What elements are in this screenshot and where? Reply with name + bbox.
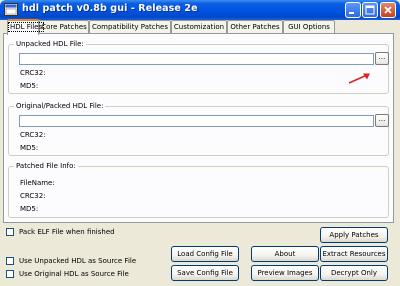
tab-label: Compatibility Patches (92, 23, 168, 31)
tab-hdl-files[interactable]: HDL Files (7, 19, 45, 35)
patched-info-title: Patched File Info: (14, 162, 78, 171)
use-original-checkbox[interactable] (6, 270, 14, 278)
packed-browse-button[interactable]: ... (375, 114, 389, 127)
packed-hdl-input[interactable] (19, 115, 374, 127)
unpacked-browse-button[interactable]: ... (375, 52, 389, 65)
minimize-button[interactable] (345, 2, 361, 18)
pack-elf-option[interactable]: Pack ELF File when finished (6, 228, 115, 236)
red-arrow-icon (348, 73, 370, 84)
tab-panel-hdl-files: Unpacked HDL File: ... CRC32: MD5: Origi… (3, 33, 394, 223)
use-original-label: Use Original HDL as Source File (19, 270, 129, 278)
use-original-option[interactable]: Use Original HDL as Source File (6, 270, 129, 278)
close-icon (384, 6, 392, 14)
title-bar[interactable]: hdl patch v0.8b gui - Release 2e (0, 0, 400, 20)
decrypt-only-button[interactable]: Decrypt Only (320, 265, 388, 281)
packed-crc-label: CRC32: (20, 131, 46, 139)
patched-md5-label: MD5: (20, 205, 39, 213)
unpacked-md5-label: MD5: (20, 82, 39, 90)
patched-info-group: Patched File Info: FileName: CRC32: MD5: (8, 162, 389, 218)
tab-gui-options[interactable]: GUI Options (283, 20, 335, 34)
tab-label: HDL Files (8, 22, 45, 32)
packed-md5-label: MD5: (20, 144, 39, 152)
load-config-button[interactable]: Load Config File (171, 246, 239, 262)
unpacked-hdl-group: Unpacked HDL File: ... CRC32: MD5: (8, 40, 389, 94)
apply-patches-button[interactable]: Apply Patches (320, 227, 388, 243)
patched-crc-label: CRC32: (20, 192, 46, 200)
tab-label: Customization (173, 23, 225, 31)
use-unpacked-checkbox[interactable] (6, 257, 14, 265)
pack-elf-label: Pack ELF File when finished (19, 228, 115, 236)
extract-resources-button[interactable]: Extract Resources (320, 246, 388, 262)
unpacked-hdl-title: Unpacked HDL File: (14, 40, 86, 49)
packed-hdl-group: Original/Packed HDL File: ... CRC32: MD5… (8, 102, 389, 156)
packed-hdl-title: Original/Packed HDL File: (14, 102, 106, 111)
close-button[interactable] (380, 2, 396, 18)
tab-core-patches[interactable]: Core Patches (39, 20, 89, 34)
tab-other-patches[interactable]: Other Patches (227, 20, 283, 34)
window-body: HDL Files Core Patches Compatibility Pat… (3, 19, 397, 284)
window-title: hdl patch v0.8b gui - Release 2e (22, 3, 198, 14)
pack-elf-checkbox[interactable] (6, 228, 14, 236)
save-config-button[interactable]: Save Config File (171, 265, 239, 281)
maximize-button[interactable] (362, 2, 378, 18)
tab-label: Core Patches (41, 23, 87, 31)
patched-filename-label: FileName: (20, 179, 55, 187)
tab-label: Other Patches (230, 23, 280, 31)
use-unpacked-option[interactable]: Use Unpacked HDL as Source File (6, 257, 136, 265)
about-button[interactable]: About (251, 246, 319, 262)
tab-compatibility-patches[interactable]: Compatibility Patches (89, 20, 171, 34)
use-unpacked-label: Use Unpacked HDL as Source File (19, 257, 137, 265)
maximize-icon (365, 5, 375, 15)
minimize-icon (349, 12, 354, 14)
preview-images-button[interactable]: Preview Images (251, 265, 319, 281)
unpacked-hdl-input[interactable] (19, 53, 374, 65)
unpacked-crc-label: CRC32: (20, 69, 46, 77)
tab-customization[interactable]: Customization (171, 20, 227, 34)
tab-label: GUI Options (288, 23, 330, 31)
app-icon (4, 3, 18, 16)
